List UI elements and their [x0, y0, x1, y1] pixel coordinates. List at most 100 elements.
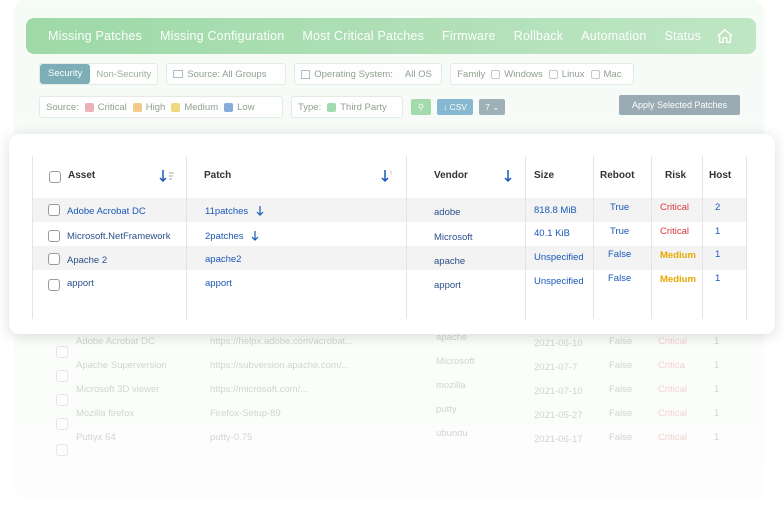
- host-cell: 1: [714, 336, 720, 347]
- date-cell: 2021-05-27: [534, 410, 583, 421]
- risk-cell: Critical: [658, 408, 688, 419]
- risk-cell: Critical: [658, 336, 688, 347]
- row-checkbox[interactable]: [48, 230, 60, 242]
- reboot-cell: False: [608, 273, 632, 284]
- medium-label: Medium: [184, 101, 219, 113]
- nav-status[interactable]: Status: [665, 29, 702, 43]
- patch-cell: https://helpx.adobe.com/acrobat...: [210, 336, 354, 347]
- asset-cell[interactable]: Microsoft.NetFramework: [67, 231, 170, 242]
- host-cell[interactable]: 1: [715, 273, 720, 284]
- date-cell: 2021-06-10: [534, 338, 583, 349]
- severity-filter: Source: Critical High Medium Low: [39, 96, 283, 118]
- home-icon[interactable]: [716, 27, 734, 45]
- patch-cell[interactable]: 11patches: [205, 206, 264, 217]
- header-risk[interactable]: Risk: [665, 170, 686, 181]
- risk-cell: Critical: [658, 384, 688, 395]
- risk-cell: Critical: [660, 202, 690, 213]
- nav-firmware[interactable]: Firmware: [442, 29, 496, 43]
- column-divider: [186, 156, 187, 319]
- critical-checkbox[interactable]: [84, 102, 94, 112]
- host-cell[interactable]: 1: [715, 249, 720, 260]
- low-checkbox[interactable]: [224, 102, 234, 112]
- column-divider: [746, 156, 747, 319]
- csv-label: CSV: [449, 102, 468, 112]
- family-linux-label: Linux: [561, 68, 585, 80]
- risk-cell: Medium: [660, 250, 696, 261]
- asset-cell[interactable]: apport: [67, 278, 94, 289]
- vendor-cell: mozilla: [436, 380, 466, 391]
- vendor-cell: apport: [434, 280, 461, 291]
- asset-cell[interactable]: Apache 2: [67, 255, 107, 266]
- host-cell: 1: [714, 408, 720, 419]
- host-cell: 1: [714, 360, 720, 371]
- os-select[interactable]: Operating System: All OS: [294, 63, 443, 85]
- sort-arrow-icon[interactable]: [503, 169, 519, 183]
- nav-missing-configuration[interactable]: Missing Configuration: [160, 29, 284, 43]
- host-cell[interactable]: 1: [715, 226, 720, 237]
- asset-cell[interactable]: Adobe Acrobat DC: [67, 206, 146, 217]
- nav-automation[interactable]: Automation: [581, 29, 646, 43]
- sort-arrow-icon[interactable]: [380, 169, 396, 183]
- os-icon: [301, 69, 311, 79]
- family-windows-checkbox[interactable]: [491, 69, 501, 79]
- third-party-checkbox[interactable]: [327, 102, 337, 112]
- patch-cell: https://microsoft.com/...: [210, 384, 309, 395]
- row-checkbox[interactable]: [48, 253, 60, 265]
- host-cell[interactable]: 2: [715, 202, 720, 213]
- family-mac-checkbox[interactable]: [590, 69, 600, 79]
- reboot-cell: True: [610, 226, 630, 237]
- size-cell: Unspecified: [534, 276, 584, 287]
- asset-cell: Mozilla firefox: [76, 408, 135, 419]
- nav-most-critical-patches[interactable]: Most Critical Patches: [302, 29, 424, 43]
- risk-cell: Critica: [658, 360, 685, 371]
- header-asset[interactable]: Asset: [68, 170, 95, 181]
- source-groups-select[interactable]: Source: All Groups: [166, 63, 287, 85]
- source-groups-value: Source: All Groups: [187, 68, 267, 80]
- security-tabs: Security Non-Security: [39, 63, 159, 85]
- patch-cell[interactable]: apport: [205, 278, 232, 289]
- header-vendor[interactable]: Vendor: [434, 170, 468, 181]
- reboot-cell: False: [609, 360, 633, 371]
- high-label: High: [145, 101, 166, 113]
- sort-filter-icon[interactable]: [159, 169, 175, 183]
- header-size[interactable]: Size: [534, 170, 554, 181]
- header-host[interactable]: Host: [709, 170, 731, 181]
- page-size-select[interactable]: 7 ⌄: [479, 99, 506, 115]
- select-all-checkbox[interactable]: [49, 171, 61, 183]
- asset-cell: Puttyx 64: [76, 432, 116, 443]
- filter-row-2: Source: Critical High Medium Low Type: T…: [39, 96, 511, 118]
- risk-cell: Critical: [658, 432, 688, 443]
- header-reboot[interactable]: Reboot: [600, 170, 634, 181]
- row-checkbox[interactable]: [48, 279, 60, 291]
- date-cell: 2021-06-17: [534, 434, 583, 445]
- patch-cell[interactable]: 2patches: [205, 231, 259, 242]
- monitor-icon: [173, 70, 184, 78]
- nav-rollback[interactable]: Rollback: [514, 29, 564, 43]
- medium-checkbox[interactable]: [171, 102, 181, 112]
- reboot-cell: False: [609, 336, 633, 347]
- table-row: Mozilla firefox Firefox-Setup-89 putty 2…: [36, 402, 746, 426]
- download-icon: ↓: [443, 102, 448, 112]
- chevron-down-icon: ⌄: [492, 102, 500, 112]
- nav-missing-patches[interactable]: Missing Patches: [48, 29, 142, 43]
- vendor-cell: Microsoft: [436, 356, 475, 367]
- patch-cell[interactable]: apache2: [205, 254, 241, 265]
- apply-selected-patches-button[interactable]: Apply Selected Patches: [619, 95, 740, 115]
- search-button[interactable]: ⚲: [411, 99, 431, 115]
- family-filter: Family Windows Linux Mac: [450, 63, 635, 85]
- patch-count: 11patches: [205, 206, 249, 217]
- row-checkbox[interactable]: [56, 444, 68, 456]
- asset-cell: Microsoft 3D viewer: [76, 384, 160, 395]
- header-patch[interactable]: Patch: [204, 170, 231, 181]
- third-party-label: Third Party: [340, 101, 387, 113]
- row-checkbox[interactable]: [48, 204, 60, 216]
- reboot-cell: True: [610, 202, 630, 213]
- tab-non-security[interactable]: Non-Security: [90, 69, 157, 80]
- tab-security[interactable]: Security: [40, 64, 91, 84]
- family-linux-checkbox[interactable]: [548, 69, 558, 79]
- table-row: Microsoft 3D viewer https://microsoft.co…: [36, 378, 746, 402]
- high-checkbox[interactable]: [132, 102, 142, 112]
- arrow-down-icon: [251, 231, 259, 242]
- risk-cell: Critical: [660, 226, 690, 237]
- csv-button[interactable]: ↓ CSV: [437, 99, 474, 115]
